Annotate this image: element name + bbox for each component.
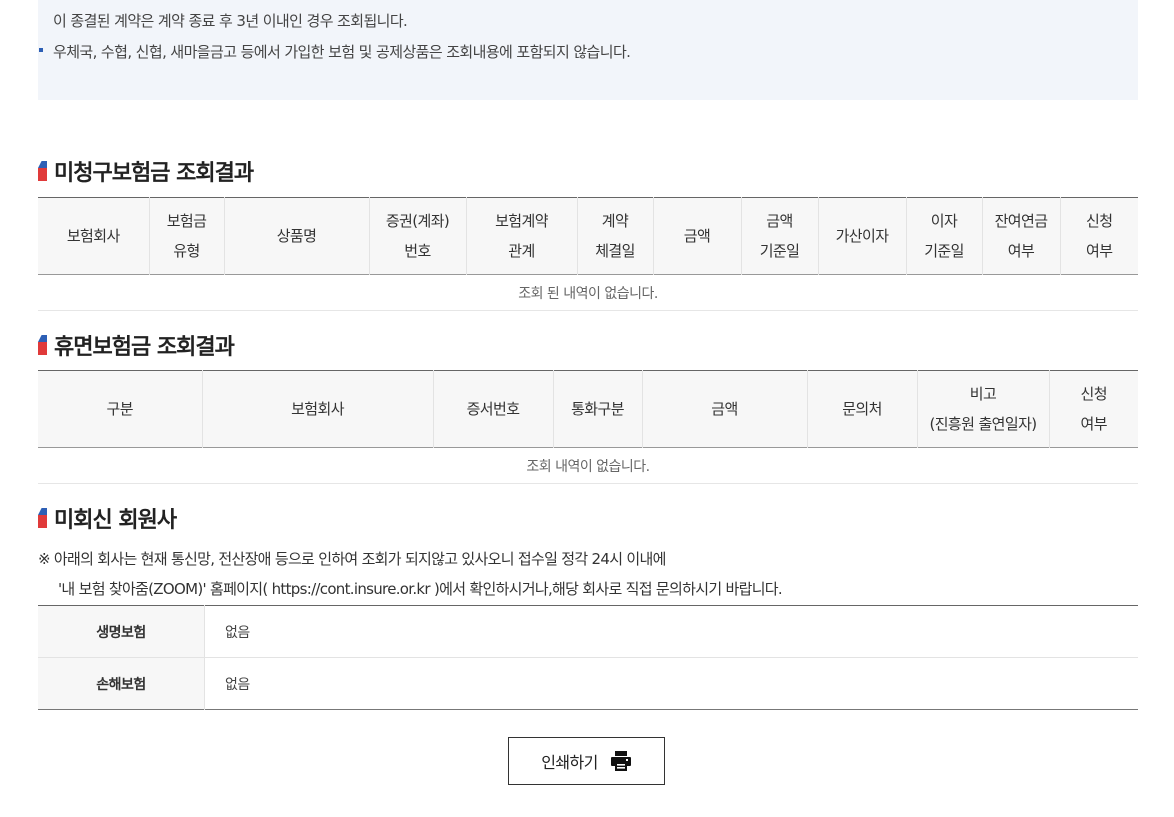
column-header-text: 증권(계좌) <box>385 212 450 230</box>
column-header: 통화구분 <box>552 370 642 448</box>
table-header-row: 구분 보험회사 증서번호 통화구분 금액 문의처 비고 (진흥원 출연일자) 신청여부 <box>38 370 1138 448</box>
section-mark-icon <box>38 161 47 181</box>
column-header: 보험금유형 <box>148 197 224 275</box>
column-header-text: 관계 <box>508 242 535 260</box>
print-button-label: 인쇄하기 <box>541 753 598 772</box>
column-header: 보험회사 <box>38 197 149 275</box>
section-title-unclaimed: 미청구보험금 조회결과 <box>38 157 254 186</box>
column-header-text: (진흥원 출연일자) <box>929 415 1037 433</box>
unclaimed-table: 보험회사 보험금 유형 상품명 증권(계좌) 번호 보험계약 관계 계약 체결일 금액 금액 기준일 가산… <box>38 197 1138 311</box>
column-header: 증권(계좌) 번호 <box>368 197 466 275</box>
table-header-row: 보험회사 보험금 유형 상품명 증권(계좌) 번호 보험계약 관계 계약 체결일 금액 금액 기준일 가산… <box>38 197 1138 275</box>
section-mark-icon <box>38 508 47 528</box>
column-header-text: 여부 <box>1007 242 1035 260</box>
column-header-text: 금액 <box>711 400 738 418</box>
column-header: 이자기준일 <box>905 197 982 275</box>
column-header-text: 통화구분 <box>571 400 624 418</box>
table-row: 조회 내역이 없습니다. <box>38 447 1138 484</box>
row-value-non-life-insurance: 없음 <box>225 676 250 693</box>
column-header: 신청여부 <box>1048 370 1138 448</box>
section-title-dormant: 휴면보험금 조회결과 <box>38 331 235 360</box>
column-header-text: 기준일 <box>759 242 800 260</box>
column-header-text: 잔여연금 <box>994 212 1048 230</box>
notice-line: 이 종결된 계약은 계약 종료 후 3년 이내인 경우 조회됩니다. <box>53 12 408 30</box>
column-header: 금액 <box>652 197 741 275</box>
column-header: 상품명 <box>223 197 369 275</box>
column-header: 구분 <box>38 370 202 448</box>
column-header-text: 계약 <box>601 212 629 230</box>
notice-text: ※ 아래의 회사는 현재 통신망, 전산장애 등으로 인하여 조회가 되지않고 … <box>38 550 666 568</box>
bullet-icon <box>39 48 43 52</box>
column-header: 금액 <box>641 370 807 448</box>
section-title-text: 미회신 회원사 <box>54 508 177 533</box>
column-header-text: 보험계약 <box>495 212 548 230</box>
row-label-life-insurance: 생명보험 <box>38 605 205 658</box>
column-header-text: 번호 <box>404 242 431 260</box>
table-row: 생명보험 없음 <box>38 605 1138 658</box>
section-title-text: 휴면보험금 조회결과 <box>54 335 235 360</box>
column-header-text: 여부 <box>1086 242 1113 260</box>
column-header: 계약체결일 <box>576 197 653 275</box>
section-title-no-reply: 미회신 회원사 <box>38 504 177 533</box>
column-header: 문의처 <box>806 370 917 448</box>
no-reply-company-table: 생명보험 없음 손해보험 없음 <box>38 605 1138 710</box>
column-header-text: 여부 <box>1080 415 1108 433</box>
dormant-table: 구분 보험회사 증서번호 통화구분 금액 문의처 비고 (진흥원 출연일자) 신청여부 조회 내… <box>38 370 1138 484</box>
column-header: 신청여부 <box>1059 197 1138 275</box>
column-header-text: 상품명 <box>276 227 317 245</box>
section-mark-icon <box>38 335 47 355</box>
column-header-text: 보험금 <box>166 212 207 230</box>
empty-message: 조회 된 내역이 없습니다. <box>38 274 1138 311</box>
table-row: 손해보험 없음 <box>38 657 1138 710</box>
table-row: 조회 된 내역이 없습니다. <box>38 274 1138 311</box>
column-header-text: 비고 <box>969 385 997 403</box>
column-header-text: 기준일 <box>924 242 964 260</box>
column-header-text: 이자 <box>930 212 958 230</box>
column-header-text: 체결일 <box>595 242 635 260</box>
row-value-life-insurance: 없음 <box>225 624 250 641</box>
print-button[interactable]: 인쇄하기 <box>508 737 665 785</box>
column-header: 보험계약관계 <box>465 197 577 275</box>
column-header-text: 보험회사 <box>291 400 344 418</box>
column-header-text: 금액 <box>766 212 793 230</box>
column-header-text: 가산이자 <box>835 227 889 245</box>
column-header: 잔여연금여부 <box>981 197 1060 275</box>
notice-text: '내 보험 찾아줌(ZOOM)' 홈페이지( https://cont.insu… <box>58 580 783 598</box>
column-header: 가산이자 <box>817 197 906 275</box>
column-header-text: 보험회사 <box>66 227 120 245</box>
row-label-non-life-insurance: 손해보험 <box>38 657 205 710</box>
column-header: 금액기준일 <box>740 197 818 275</box>
column-header-text: 증서번호 <box>466 400 520 418</box>
column-header: 비고 (진흥원 출연일자) <box>916 370 1049 448</box>
notice-line: 우체국, 수협, 신협, 새마을금고 등에서 가입한 보험 및 공제상품은 조회… <box>53 43 631 61</box>
column-header-text: 유형 <box>173 242 200 260</box>
column-header: 보험회사 <box>201 370 433 448</box>
section-title-text: 미청구보험금 조회결과 <box>54 161 254 186</box>
column-header-text: 신청 <box>1080 385 1108 403</box>
column-header: 증서번호 <box>432 370 553 448</box>
column-header-text: 금액 <box>683 227 711 245</box>
printer-icon <box>610 751 632 771</box>
column-header-text: 구분 <box>106 400 134 418</box>
empty-message: 조회 내역이 없습니다. <box>38 447 1138 484</box>
column-header-text: 문의처 <box>842 400 882 418</box>
column-header-text: 신청 <box>1086 212 1113 230</box>
